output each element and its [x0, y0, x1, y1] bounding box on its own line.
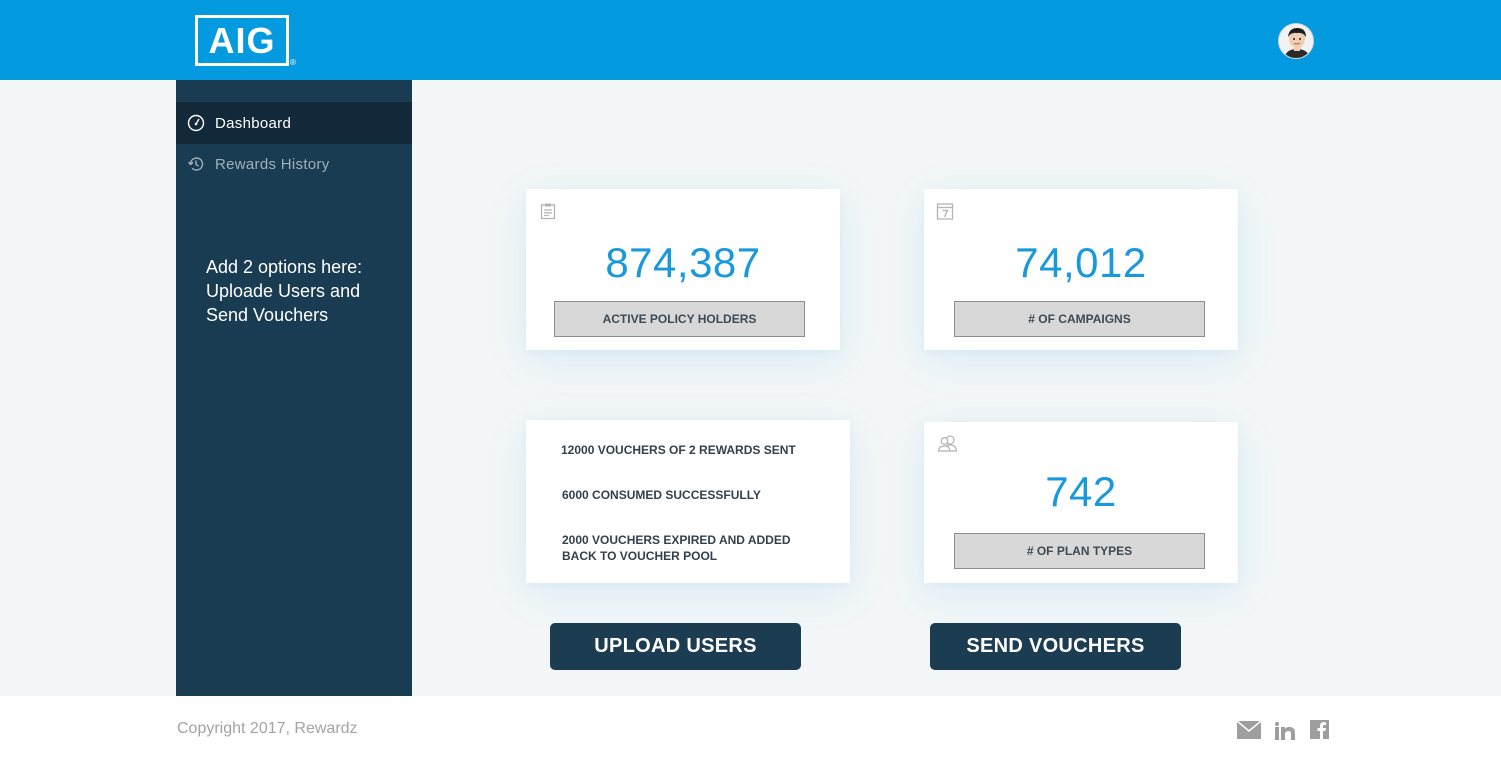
users-icon [937, 434, 959, 452]
plan-types-card: 742 # OF PLAN TYPES [924, 422, 1238, 583]
logo-text: AIG [208, 19, 276, 61]
policy-holders-label: ACTIVE POLICY HOLDERS [554, 301, 805, 337]
sidebar-item-dashboard[interactable]: Dashboard [176, 102, 412, 144]
sidebar-item-label: Rewards History [215, 155, 330, 173]
dashboard-gauge-icon [187, 114, 205, 132]
plan-types-value: 742 [1045, 468, 1117, 515]
upload-users-button[interactable]: UPLOAD USERS [550, 623, 801, 670]
calendar-icon [936, 202, 954, 220]
facebook-icon[interactable] [1310, 720, 1329, 739]
sidebar: Dashboard Rewards History Add 2 options … [176, 80, 412, 696]
policy-holders-card: 874,387 ACTIVE POLICY HOLDERS [526, 189, 840, 350]
top-header: AIG ® [0, 0, 1501, 80]
footer: Copyright 2017, Rewardz [0, 696, 1501, 760]
sidebar-item-label: Dashboard [215, 114, 292, 132]
voucher-stat-expired: 2000 VOUCHERS EXPIRED AND ADDED BACK TO … [562, 533, 791, 563]
voucher-stat-sent: 12000 VOUCHERS OF 2 REWARDS SENT [561, 443, 796, 457]
history-icon [187, 155, 205, 173]
aig-logo[interactable]: AIG [195, 15, 289, 66]
copyright-text: Copyright 2017, Rewardz [177, 720, 358, 737]
user-avatar[interactable] [1278, 23, 1314, 59]
sidebar-note: Add 2 options here: Uploade Users and Se… [206, 257, 363, 325]
campaigns-label: # OF CAMPAIGNS [954, 301, 1205, 337]
send-vouchers-button[interactable]: SEND VOUCHERS [930, 623, 1181, 670]
policy-holders-value: 874,387 [605, 239, 761, 286]
campaigns-value: 74,012 [1015, 239, 1147, 286]
voucher-stats-card: 12000 VOUCHERS OF 2 REWARDS SENT 6000 CO… [526, 420, 850, 583]
plan-types-label: # OF PLAN TYPES [954, 533, 1205, 569]
linkedin-icon[interactable] [1275, 722, 1295, 740]
logo-registered-mark: ® [290, 58, 296, 67]
clipboard-icon [539, 202, 557, 220]
sidebar-item-rewards-history[interactable]: Rewards History [176, 143, 412, 185]
campaigns-card: 74,012 # OF CAMPAIGNS [924, 189, 1238, 350]
avatar-icon [1279, 24, 1313, 58]
voucher-stat-consumed: 6000 CONSUMED SUCCESSFULLY [562, 488, 761, 502]
mail-icon[interactable] [1237, 721, 1261, 739]
